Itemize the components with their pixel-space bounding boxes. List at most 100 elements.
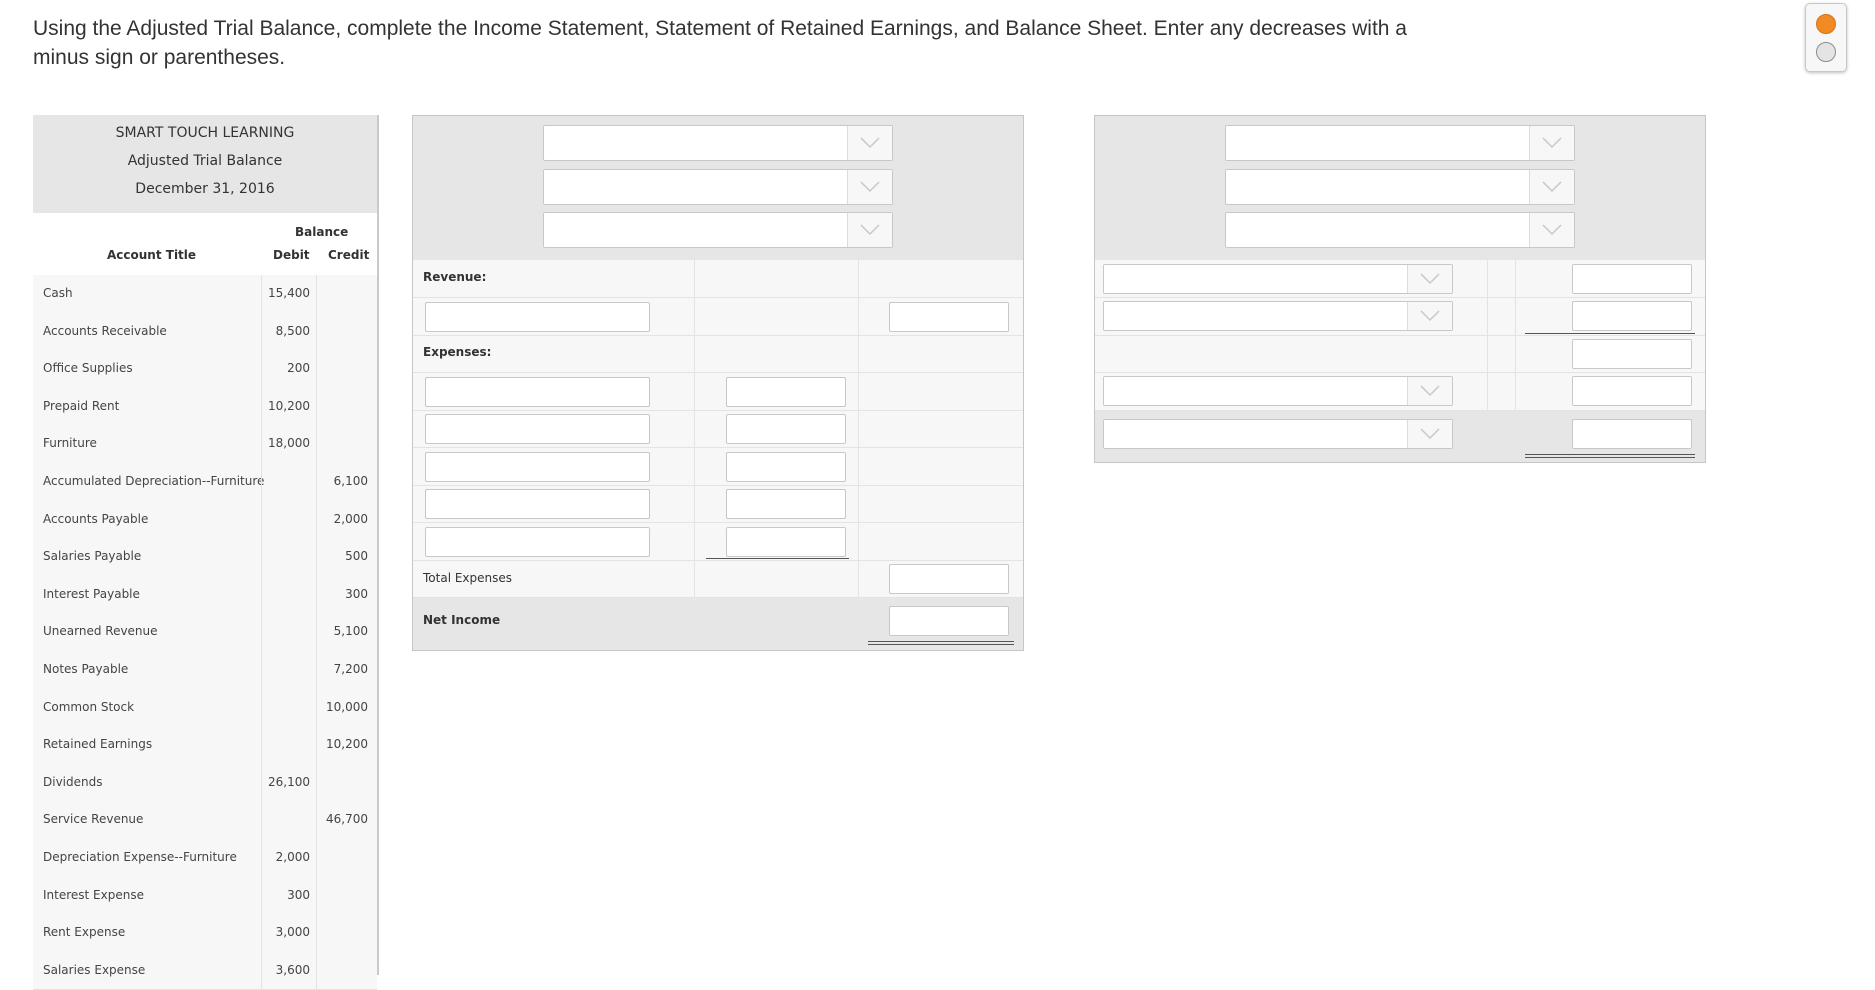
table-row: Unearned Revenue 5,100	[33, 613, 377, 652]
retained-earnings-subtotal-input[interactable]	[1572, 339, 1692, 369]
retained-earnings-double-underline-1	[1525, 454, 1695, 455]
expense-amount-input-5[interactable]	[726, 527, 846, 557]
table-row: Cash 15,400	[33, 275, 377, 314]
net-income-label: Net Income	[423, 613, 501, 627]
revenue-amount-input[interactable]	[889, 302, 1009, 332]
statement-title: Adjusted Trial Balance	[127, 153, 283, 169]
credit-cell: 7,200	[333, 662, 368, 676]
expense-account-input-3[interactable]	[425, 452, 650, 482]
credit-cell: 300	[345, 586, 368, 601]
radio-option-unselected[interactable]	[1816, 42, 1836, 62]
income-statement-panel: Revenue: Expenses: Total Expenses Net In…	[412, 115, 1024, 651]
debit-cell: 8,500	[275, 323, 310, 338]
debit-cell: 2,000	[275, 850, 310, 864]
chevron-down-icon	[1407, 265, 1452, 293]
expense-account-input-2[interactable]	[425, 414, 650, 444]
debit-cell: 26,100	[268, 774, 310, 789]
chevron-down-icon	[1529, 126, 1574, 160]
expense-amount-input-1[interactable]	[726, 377, 846, 407]
balance-header: Balance	[295, 225, 349, 239]
debit-cell: 10,200	[268, 398, 310, 413]
credit-header: Credit	[328, 248, 370, 262]
adjusted-trial-balance-table: SMART TOUCH LEARNING Adjusted Trial Bala…	[33, 115, 379, 990]
retained-earnings-title-dropdown[interactable]	[1225, 169, 1575, 205]
account-title-cell: Service Revenue	[43, 812, 144, 827]
retained-earnings-amount-input-2[interactable]	[1572, 301, 1692, 331]
debit-header: Debit	[273, 248, 310, 262]
table-row: Salaries Payable 500	[33, 538, 377, 577]
debit-cell: 3,000	[275, 925, 310, 940]
income-statement-title-dropdown[interactable]	[543, 169, 893, 205]
credit-cell: 46,700	[326, 812, 368, 827]
expense-amount-input-4[interactable]	[726, 489, 846, 519]
table-row: Notes Payable 7,200	[33, 651, 377, 690]
account-title-cell: Furniture	[43, 436, 97, 451]
table-row: Interest Expense 300	[33, 876, 377, 916]
credit-cell: 5,100	[333, 624, 368, 639]
account-title-cell: Depreciation Expense--Furniture	[43, 850, 237, 864]
retained-earnings-line-dropdown-2[interactable]	[1103, 301, 1453, 331]
account-title-cell: Interest Expense	[43, 887, 144, 902]
expense-amount-input-2[interactable]	[726, 414, 846, 444]
account-title-cell: Retained Earnings	[43, 737, 153, 752]
chevron-down-icon	[847, 170, 892, 204]
account-title-cell: Cash	[43, 286, 73, 300]
net-income-double-underline-1	[868, 641, 1014, 642]
income-statement-date-dropdown[interactable]	[543, 212, 893, 248]
account-title-cell: Notes Payable	[43, 662, 129, 676]
expense-account-input-5[interactable]	[425, 527, 650, 557]
table-row: Prepaid Rent 10,200	[33, 387, 377, 427]
account-title-cell: Dividends	[43, 774, 103, 789]
statement-date: December 31, 2016	[135, 181, 275, 197]
account-title-cell: Interest Payable	[43, 586, 140, 601]
credit-cell: 10,200	[326, 737, 368, 752]
retained-earnings-company-dropdown[interactable]	[1225, 125, 1575, 161]
company-name: SMART TOUCH LEARNING	[115, 125, 295, 141]
net-income-input[interactable]	[889, 606, 1009, 636]
debit-cell: 3,600	[275, 962, 310, 977]
chevron-down-icon	[1407, 377, 1452, 405]
retained-earnings-line-dropdown-4[interactable]	[1103, 419, 1453, 449]
expense-account-input-4[interactable]	[425, 489, 650, 519]
table-row: Accounts Payable 2,000	[33, 500, 377, 540]
trial-balance-header: SMART TOUCH LEARNING Adjusted Trial Bala…	[33, 115, 377, 213]
income-statement-company-dropdown[interactable]	[543, 125, 893, 161]
expense-account-input-1[interactable]	[425, 377, 650, 407]
table-row: Accounts Receivable 8,500	[33, 312, 377, 352]
credit-column-divider	[316, 275, 317, 990]
column-headers: Balance Account Title Debit Credit	[33, 213, 377, 275]
retained-earnings-amount-input-1[interactable]	[1572, 264, 1692, 294]
table-row: Dividends 26,100	[33, 763, 377, 803]
table-row: Retained Earnings 10,200	[33, 726, 377, 765]
retained-earnings-underline-1	[1525, 333, 1695, 334]
account-title-cell: Common Stock	[43, 699, 135, 714]
expense-amount-input-3[interactable]	[726, 452, 846, 482]
retained-earnings-line-dropdown-3[interactable]	[1103, 376, 1453, 406]
retained-earnings-panel	[1094, 115, 1706, 463]
credit-cell: 6,100	[333, 474, 368, 488]
table-row: Rent Expense 3,000	[33, 914, 377, 953]
chevron-down-icon	[1529, 170, 1574, 204]
total-expenses-input[interactable]	[889, 564, 1009, 594]
expenses-label: Expenses:	[423, 345, 492, 359]
retained-earnings-date-dropdown[interactable]	[1225, 212, 1575, 248]
retained-earnings-amount-input-3[interactable]	[1572, 376, 1692, 406]
revenue-label: Revenue:	[423, 270, 487, 284]
debit-cell: 15,400	[268, 286, 310, 300]
retained-earnings-ending-input[interactable]	[1572, 419, 1692, 449]
chevron-down-icon	[1407, 302, 1452, 330]
table-row: Furniture 18,000	[33, 425, 377, 464]
net-income-double-underline-2	[868, 644, 1014, 645]
credit-cell: 2,000	[333, 511, 368, 526]
revenue-account-input[interactable]	[425, 302, 650, 332]
account-title-cell: Accounts Receivable	[43, 323, 167, 338]
retained-earnings-line-dropdown-1[interactable]	[1103, 264, 1453, 294]
account-title-cell: Salaries Payable	[43, 549, 142, 564]
account-title-cell: Accounts Payable	[43, 511, 149, 526]
account-title-cell: Prepaid Rent	[43, 398, 120, 413]
account-title-cell: Unearned Revenue	[43, 624, 158, 639]
retained-earnings-double-underline-2	[1525, 457, 1695, 458]
table-row: Interest Payable 300	[33, 575, 377, 615]
radio-option-selected[interactable]	[1816, 14, 1836, 34]
debit-cell: 300	[287, 887, 310, 902]
